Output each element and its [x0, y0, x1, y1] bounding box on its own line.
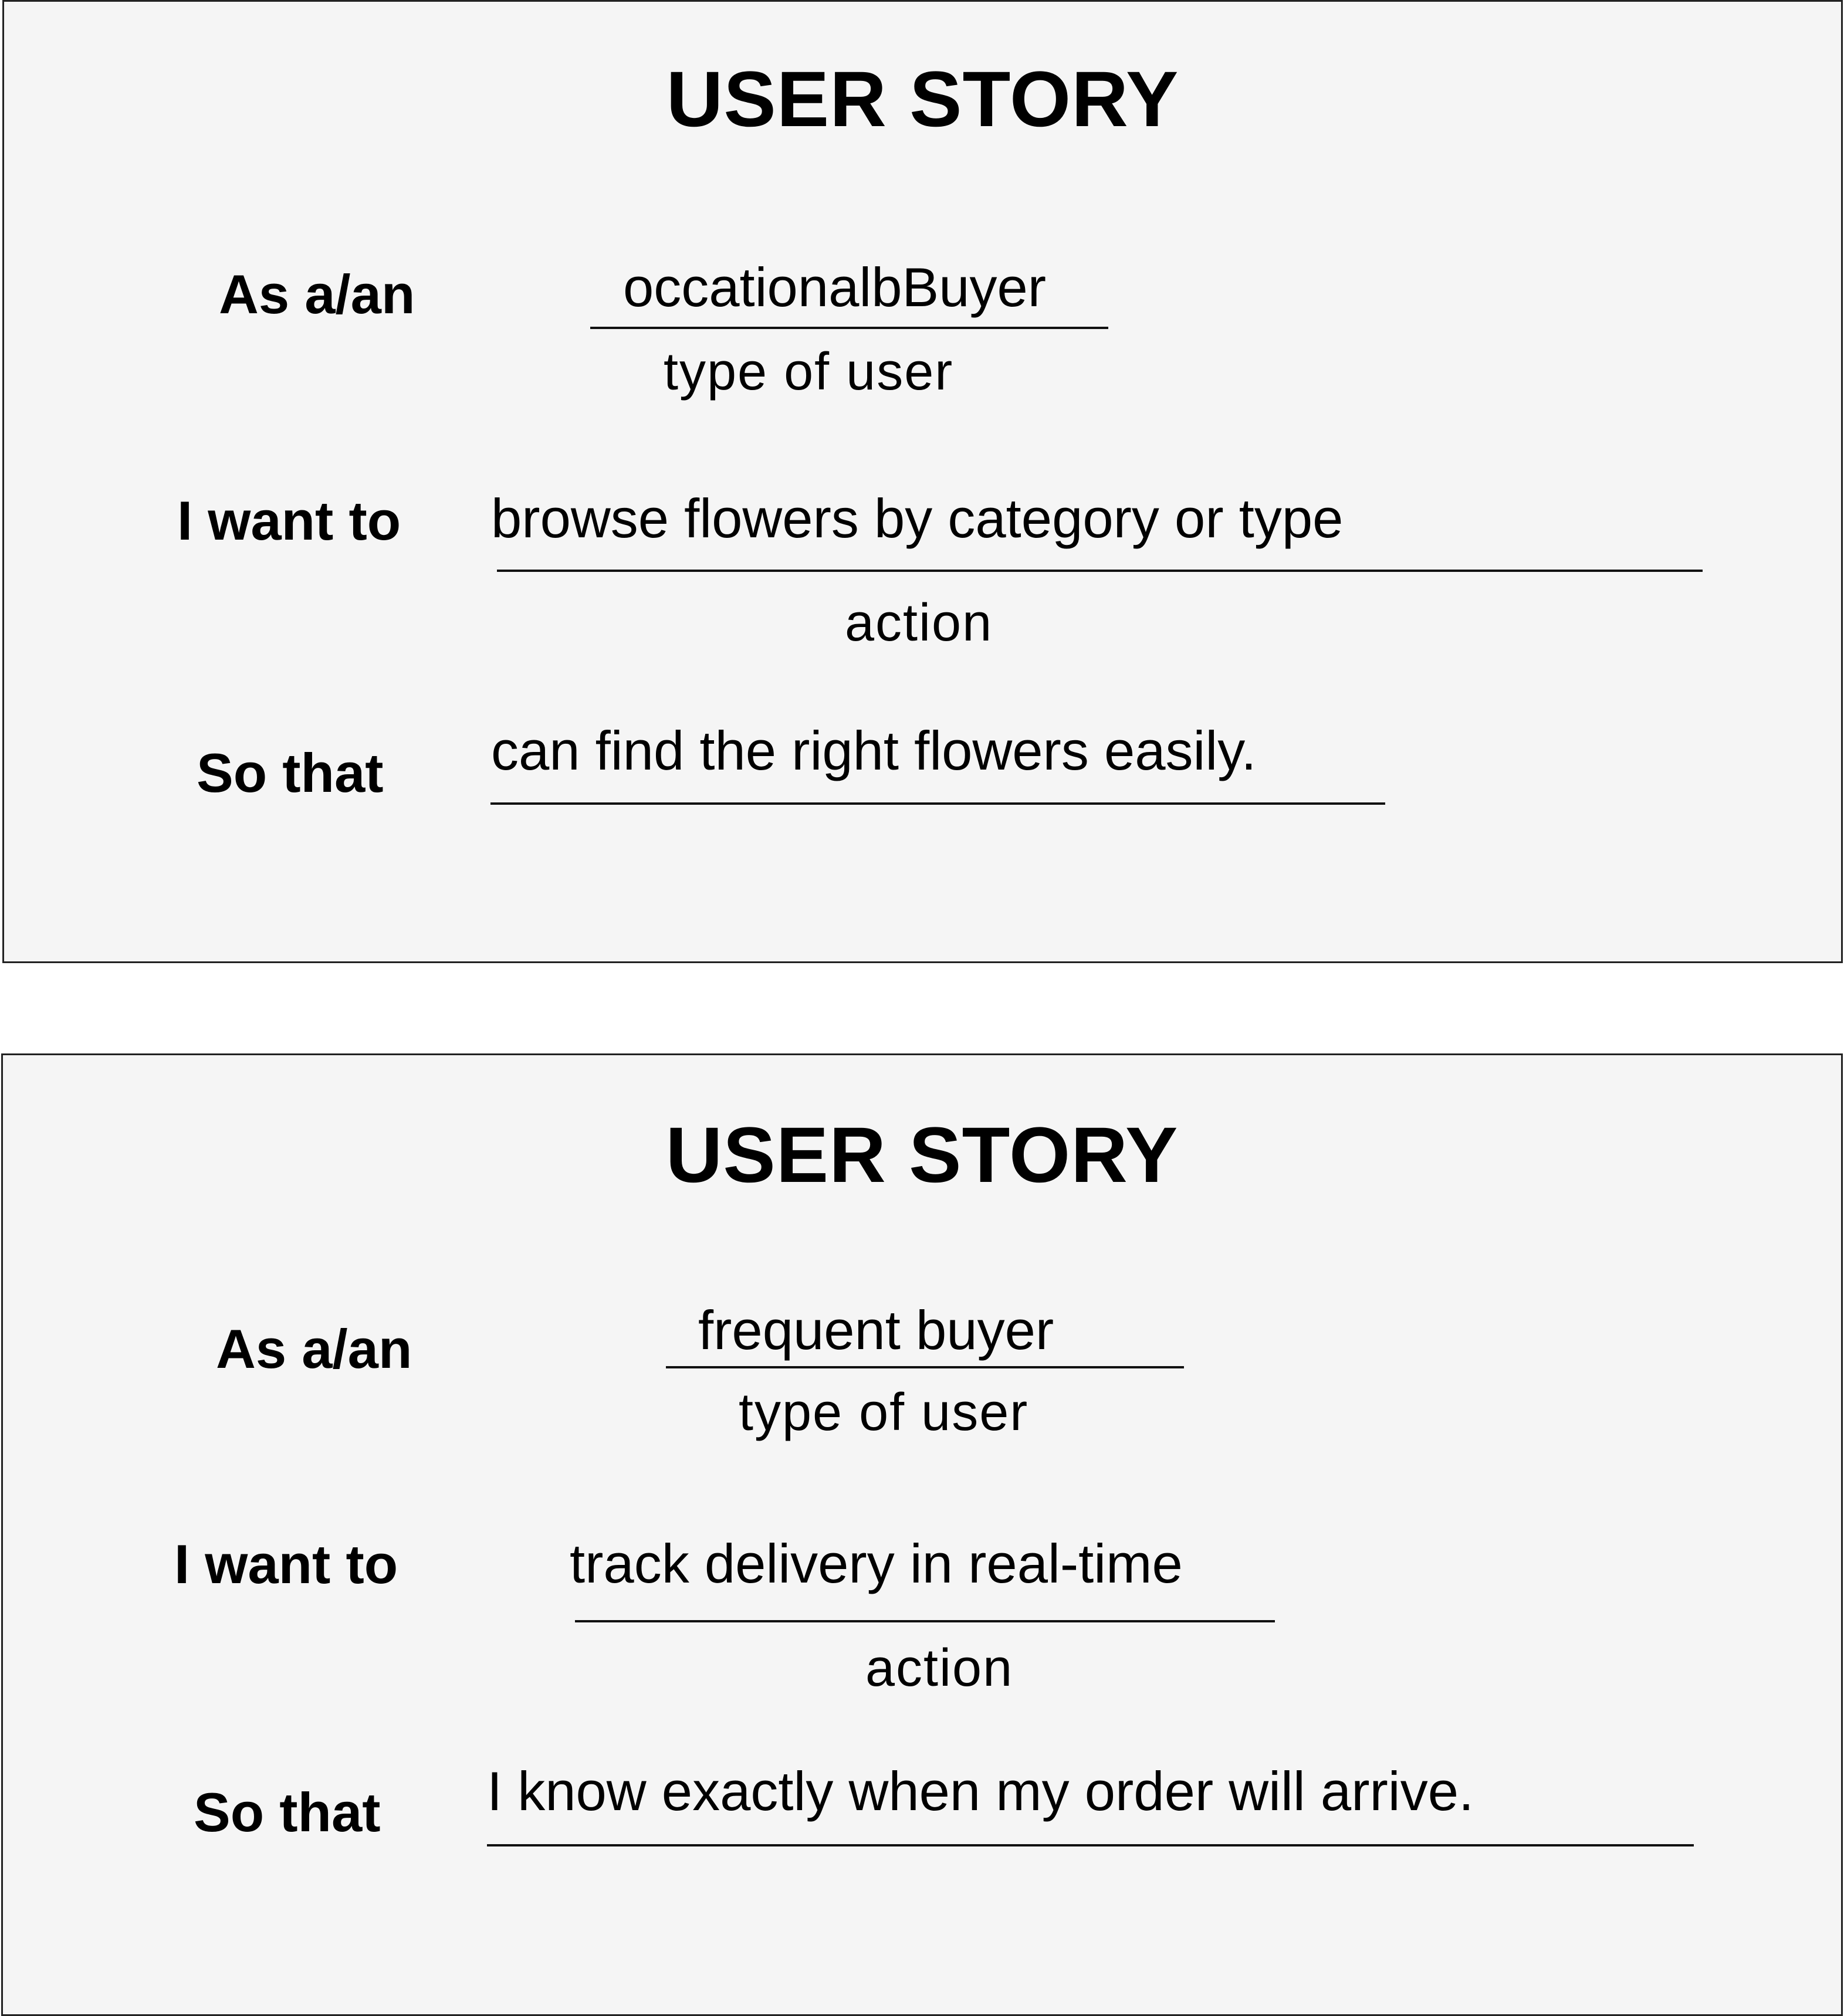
user-type-underline: [666, 1366, 1184, 1368]
action-hint: action: [845, 594, 993, 652]
user-story-card: USER STORY As a/an occationalbBuyer type…: [2, 0, 1843, 963]
as-label: As a/an: [216, 1318, 412, 1380]
benefit-value: can find the right flowers easily.: [491, 720, 1257, 781]
want-label: I want to: [174, 1533, 398, 1595]
action-value: track delivery in real-time: [570, 1533, 1183, 1594]
want-label: I want to: [177, 490, 401, 551]
benefit-underline: [490, 802, 1385, 805]
user-story-card: USER STORY As a/an frequent buyer type o…: [1, 1053, 1843, 2016]
so-that-label: So that: [197, 742, 384, 804]
card-title: USER STORY: [666, 56, 1179, 143]
card-title: USER STORY: [665, 1112, 1179, 1199]
user-type-hint: type of user: [739, 1383, 1029, 1442]
as-label: As a/an: [219, 263, 415, 325]
benefit-underline: [487, 1844, 1694, 1846]
action-value: browse flowers by category or type: [491, 487, 1344, 549]
user-type-hint: type of user: [664, 343, 954, 401]
user-type-underline: [590, 327, 1108, 329]
user-type-value: occationalbBuyer: [623, 256, 1047, 318]
so-that-label: So that: [194, 1781, 381, 1843]
action-underline: [497, 570, 1703, 572]
user-type-value: frequent buyer: [698, 1299, 1054, 1361]
benefit-value: I know exactly when my order will arrive…: [487, 1760, 1474, 1822]
action-underline: [575, 1620, 1275, 1622]
action-hint: action: [865, 1639, 1014, 1697]
